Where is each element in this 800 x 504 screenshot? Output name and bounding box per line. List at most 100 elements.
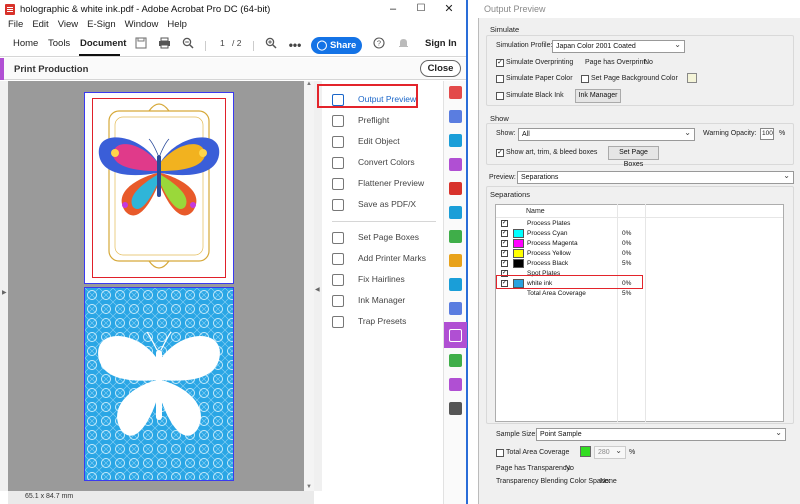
simulate-overprinting-label: Simulate Overprinting bbox=[506, 59, 574, 66]
accessibility-icon[interactable] bbox=[449, 354, 462, 367]
fill-sign-icon[interactable] bbox=[449, 158, 462, 171]
tool-flattener-preview[interactable]: Flattener Preview bbox=[332, 176, 442, 192]
ink-manager-button[interactable]: Ink Manager bbox=[575, 89, 621, 103]
menu-edit[interactable]: Edit bbox=[32, 18, 48, 32]
sign-in-link[interactable]: Sign In bbox=[425, 38, 457, 49]
menu-view[interactable]: View bbox=[58, 18, 78, 32]
page-number-input[interactable]: 1 bbox=[220, 38, 225, 52]
show-boxes-checkbox[interactable]: ✓ bbox=[496, 149, 504, 157]
tool-convert-colors[interactable]: Convert Colors bbox=[332, 155, 442, 171]
sample-size-select[interactable]: Point Sample bbox=[536, 427, 786, 441]
create-pdf-icon[interactable] bbox=[449, 86, 462, 99]
tool-label: Save as PDF/X bbox=[358, 199, 417, 209]
simulate-paper-color-checkbox[interactable] bbox=[496, 75, 504, 83]
collapse-panel-icon[interactable]: ◀ bbox=[315, 286, 320, 293]
protect-icon[interactable] bbox=[449, 278, 462, 291]
total-area-coverage-select[interactable]: 280 bbox=[594, 445, 626, 459]
comment-icon[interactable] bbox=[449, 254, 462, 267]
simulate-black-ink-checkbox[interactable] bbox=[496, 92, 504, 100]
column-divider bbox=[645, 204, 646, 422]
warning-opacity-input[interactable]: 100 bbox=[760, 128, 774, 140]
help-icon[interactable]: ? bbox=[371, 37, 387, 53]
pdf-page-2[interactable] bbox=[84, 287, 234, 481]
separation-name: Process Yellow bbox=[527, 250, 571, 257]
set-page-background-label: Set Page Background Color bbox=[591, 75, 678, 82]
tool-fix-hairlines[interactable]: Fix Hairlines bbox=[332, 272, 442, 288]
panel-title: Print Production bbox=[14, 64, 89, 75]
tab-document[interactable]: Document bbox=[78, 38, 126, 56]
export-pdf-icon[interactable] bbox=[449, 182, 462, 195]
preview-select[interactable]: Separations bbox=[517, 170, 794, 184]
print-icon[interactable] bbox=[156, 37, 172, 53]
zoom-search-icon[interactable] bbox=[180, 37, 196, 53]
tool-output-preview[interactable]: Output Preview bbox=[332, 92, 442, 108]
document-scrollbar[interactable]: ▲ ▼ bbox=[304, 81, 314, 491]
expand-left-icon[interactable]: ▶ bbox=[2, 289, 7, 296]
separation-visibility-checkbox[interactable]: ✓ bbox=[501, 220, 508, 227]
separation-visibility-checkbox[interactable]: ✓ bbox=[501, 230, 508, 237]
tool-save-as-pdfx[interactable]: Save as PDF/X bbox=[332, 197, 442, 213]
pdf-file-icon bbox=[5, 4, 15, 15]
tool-set-page-boxes[interactable]: Set Page Boxes bbox=[332, 230, 442, 246]
redact-icon[interactable] bbox=[449, 378, 462, 391]
maximize-icon[interactable]: ☐ bbox=[406, 0, 436, 18]
separation-row[interactable]: ✓ Process Cyan 0% bbox=[496, 229, 783, 239]
separations-list[interactable]: Name ✓ Process Plates ✓ Process Cyan 0% ✓ Proc… bbox=[495, 204, 784, 422]
tool-trap-presets[interactable]: Trap Presets bbox=[332, 314, 442, 330]
print-production-icon[interactable] bbox=[449, 329, 462, 342]
separation-row[interactable]: ✓ Process Plates bbox=[496, 219, 783, 229]
tool-label: Add Printer Marks bbox=[358, 253, 427, 263]
tool-ink-manager[interactable]: Ink Manager bbox=[332, 293, 442, 309]
simulate-paper-color-label: Simulate Paper Color bbox=[506, 75, 573, 82]
close-window-icon[interactable]: ✕ bbox=[434, 0, 464, 18]
more-tools-icon[interactable] bbox=[449, 402, 462, 415]
compress-pdf-icon[interactable] bbox=[449, 230, 462, 243]
separation-row[interactable]: ✓ Process Black 5% bbox=[496, 259, 783, 269]
measure-icon[interactable] bbox=[449, 302, 462, 315]
simulate-overprinting-checkbox[interactable]: ✓ bbox=[496, 59, 504, 67]
tab-home[interactable]: Home bbox=[13, 38, 38, 49]
total-area-coverage-checkbox[interactable] bbox=[496, 449, 504, 457]
share-button[interactable]: ◯ Share bbox=[311, 37, 362, 54]
tool-edit-object[interactable]: Edit Object bbox=[332, 134, 442, 150]
edit-pdf-icon[interactable] bbox=[449, 206, 462, 219]
separation-row[interactable]: ✓ Process Magenta 0% bbox=[496, 239, 783, 249]
separation-row[interactable]: ✓ Process Yellow 0% bbox=[496, 249, 783, 259]
notifications-bell-icon[interactable] bbox=[395, 37, 411, 53]
preview-value: Separations bbox=[521, 174, 559, 181]
tool-label: Convert Colors bbox=[358, 157, 415, 167]
menu-esign[interactable]: E-Sign bbox=[87, 18, 116, 32]
show-select[interactable]: All bbox=[518, 127, 695, 141]
separation-visibility-checkbox[interactable]: ✓ bbox=[501, 260, 508, 267]
menu-help[interactable]: Help bbox=[167, 18, 187, 32]
panel-collapse-strip[interactable]: ◀ bbox=[314, 81, 322, 491]
separation-row[interactable]: Total Area Coverage 5% bbox=[496, 289, 783, 299]
page-size-label: 65.1 x 84.7 mm bbox=[25, 493, 74, 500]
total-area-coverage-color-swatch[interactable] bbox=[580, 446, 591, 457]
set-page-boxes-button[interactable]: Set Page Boxes bbox=[608, 146, 659, 168]
tool-add-printer-marks[interactable]: Add Printer Marks bbox=[332, 251, 442, 267]
zoom-in-icon[interactable] bbox=[263, 37, 279, 53]
warning-opacity-unit: % bbox=[779, 130, 786, 137]
menu-window[interactable]: Window bbox=[125, 18, 159, 32]
convert-colors-icon bbox=[332, 157, 344, 169]
show-label: Show: bbox=[496, 130, 516, 137]
more-options-icon[interactable]: ••• bbox=[287, 37, 303, 53]
separation-visibility-checkbox[interactable]: ✓ bbox=[501, 250, 508, 257]
left-gutter[interactable]: ▶ bbox=[0, 81, 8, 491]
separation-visibility-checkbox[interactable]: ✓ bbox=[501, 240, 508, 247]
menu-file[interactable]: File bbox=[8, 18, 23, 32]
combine-files-icon[interactable] bbox=[449, 110, 462, 123]
sample-size-value: Point Sample bbox=[540, 431, 582, 438]
tool-label: Flattener Preview bbox=[358, 178, 425, 188]
page-background-color-swatch[interactable] bbox=[687, 73, 697, 83]
save-icon[interactable] bbox=[133, 37, 149, 53]
simulation-profile-select[interactable]: Japan Color 2001 Coated bbox=[552, 39, 685, 53]
minimize-icon[interactable]: – bbox=[378, 0, 408, 18]
tool-preflight[interactable]: Preflight bbox=[332, 113, 442, 129]
close-panel-button[interactable]: Close bbox=[420, 60, 461, 77]
tab-tools[interactable]: Tools bbox=[48, 38, 70, 49]
tool-label: Output Preview bbox=[358, 94, 417, 104]
organize-pages-icon[interactable] bbox=[449, 134, 462, 147]
set-page-background-checkbox[interactable] bbox=[581, 75, 589, 83]
